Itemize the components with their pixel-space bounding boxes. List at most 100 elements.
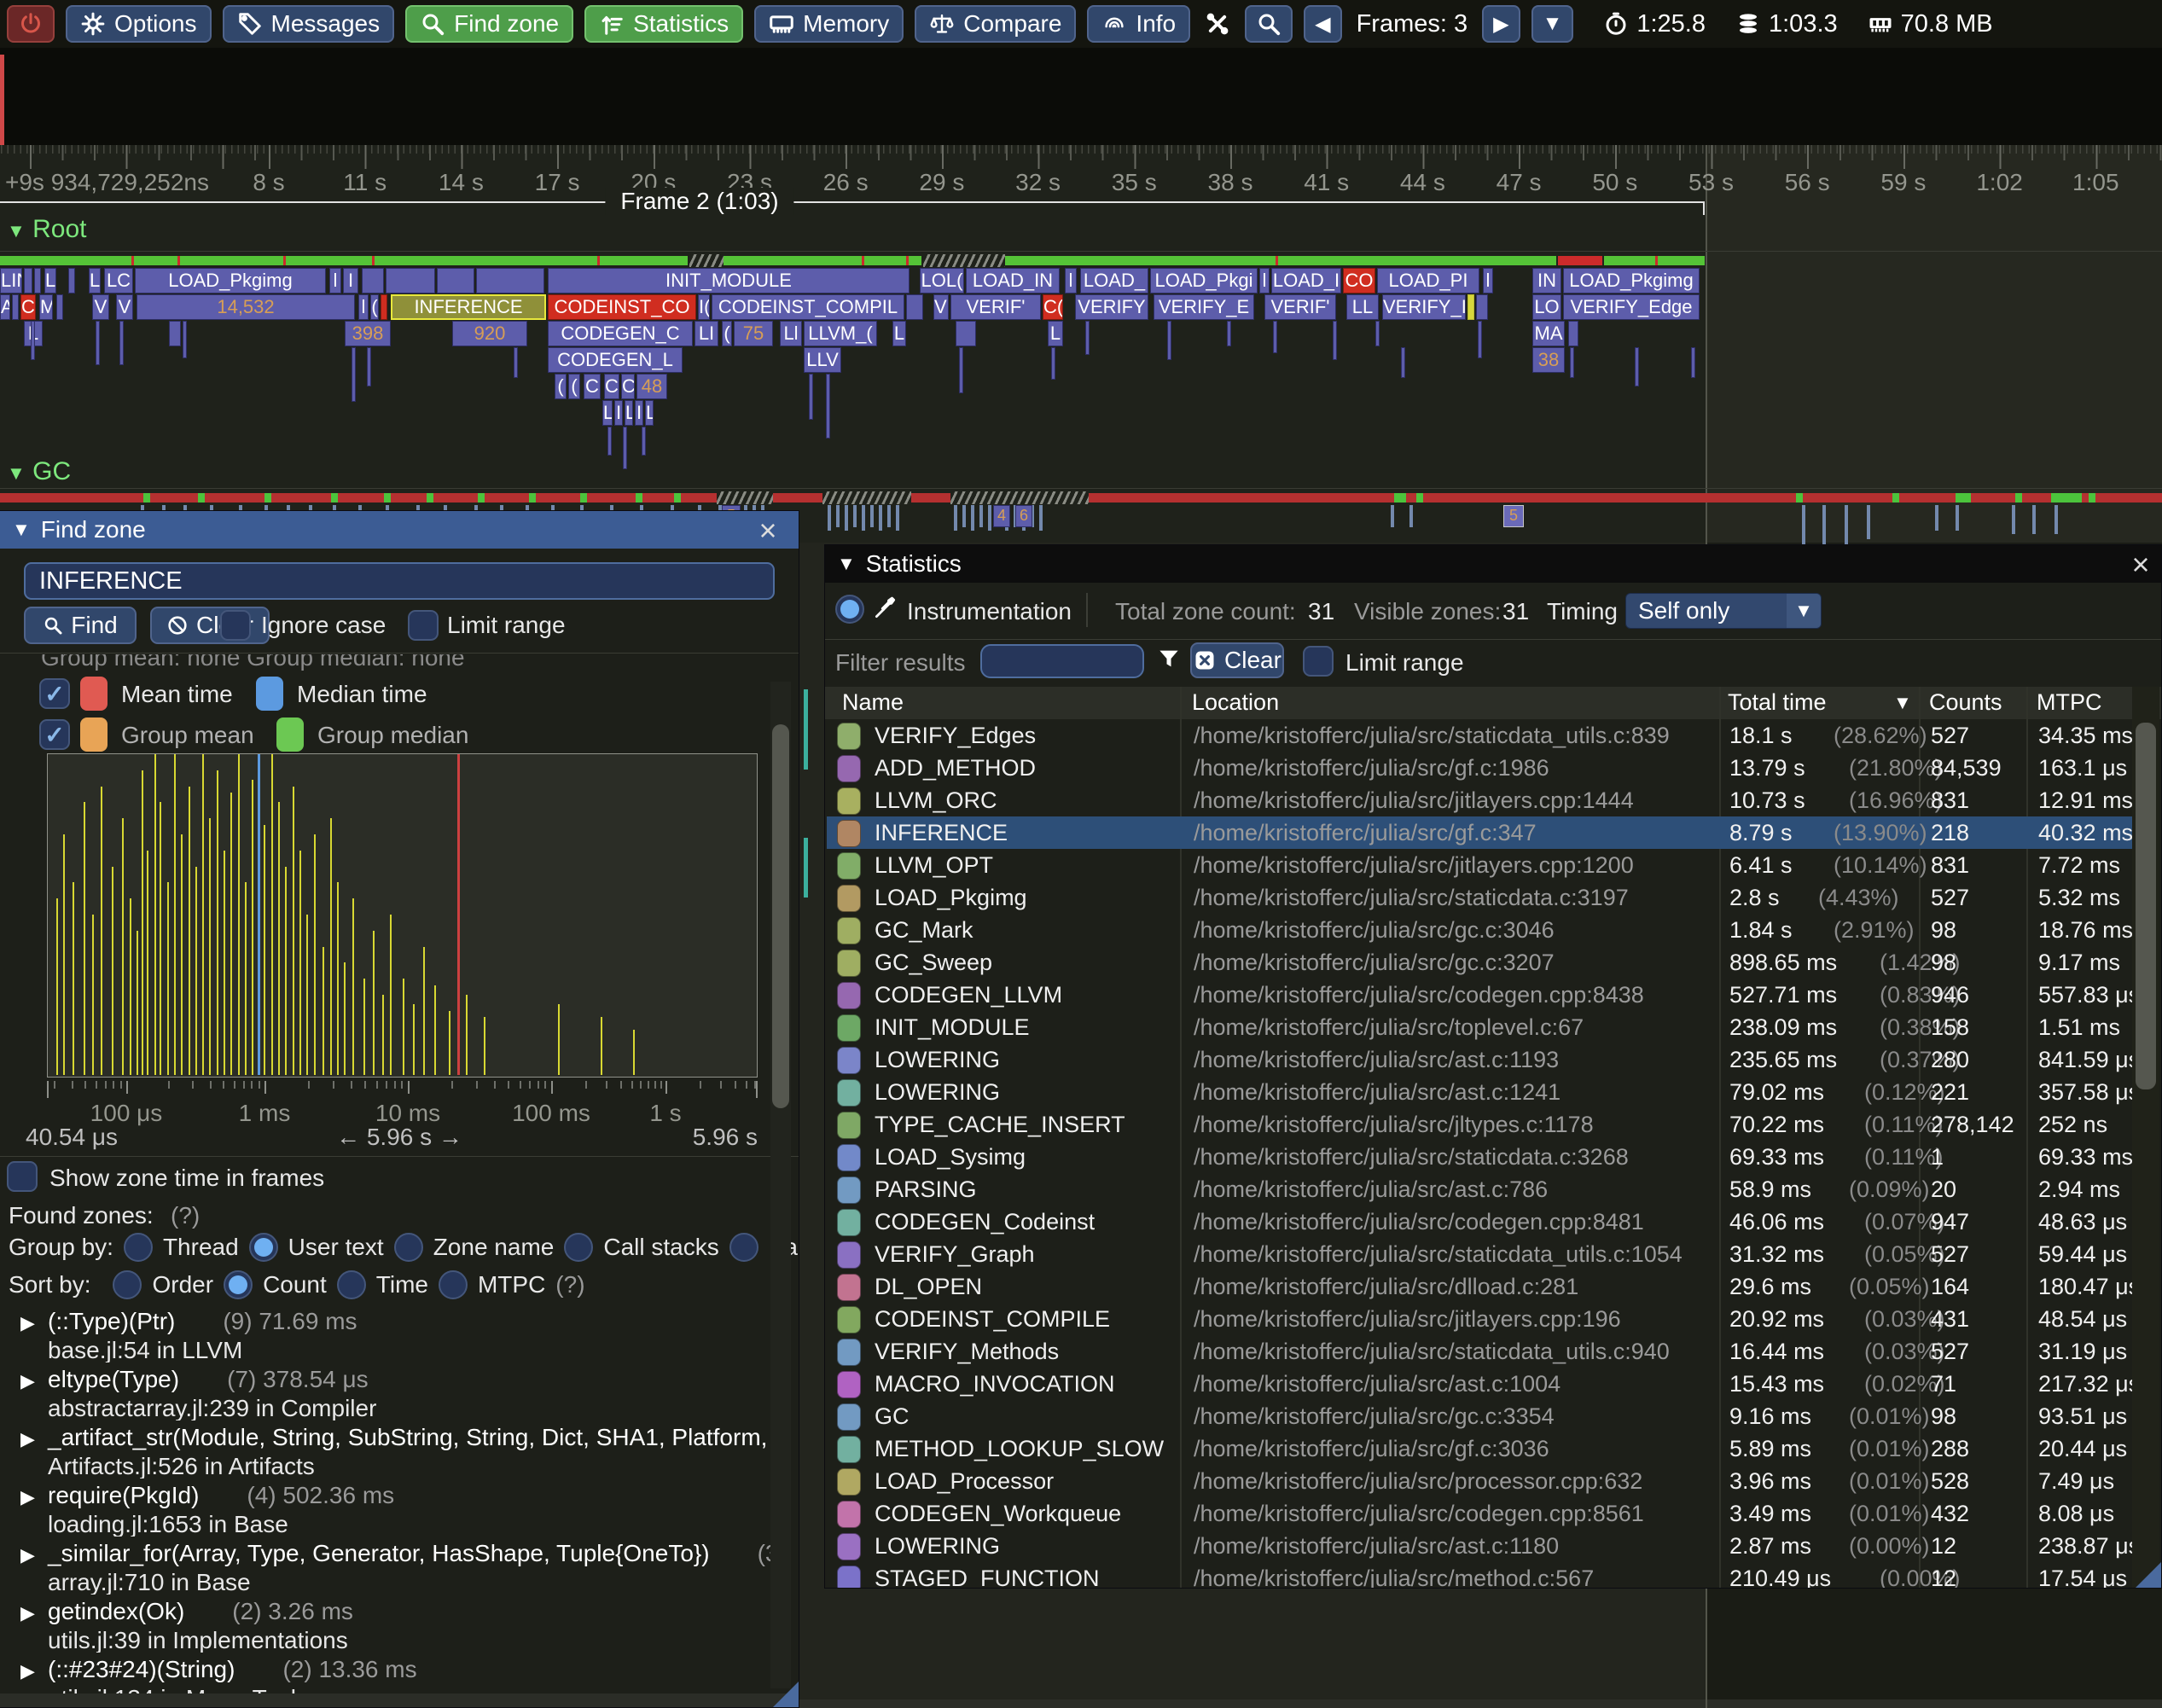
table-row[interactable]: LLVM_OPT/home/kristofferc/julia/src/jitl… — [827, 849, 2132, 881]
tools-icon[interactable] — [1201, 11, 1234, 37]
timeline-zone[interactable]: L — [645, 400, 654, 426]
found-zone-item[interactable]: ▶eltype(Type)(7) 378.54 μsabstractarray.… — [20, 1366, 790, 1420]
funnel-icon[interactable] — [1156, 646, 1182, 671]
limit-range-checkbox[interactable] — [408, 610, 439, 641]
clear-button[interactable]: Clear — [150, 607, 270, 644]
timeline-zone[interactable] — [1568, 321, 1578, 346]
memory-button[interactable]: Memory — [754, 5, 904, 43]
group-by-radio[interactable] — [124, 1233, 153, 1262]
table-row[interactable]: LOAD_Sysimg/home/kristofferc/julia/src/s… — [827, 1141, 2132, 1173]
column-header-counts[interactable]: Counts — [1929, 689, 2002, 716]
timeline-zone[interactable]: INIT_MODULE — [548, 268, 910, 293]
sort-by-help-hint[interactable]: (?) — [555, 1271, 584, 1298]
timeline-zone[interactable]: l — [1483, 268, 1493, 293]
timing-dropdown[interactable]: Self only ▼ — [1625, 593, 1822, 629]
timeline-zone[interactable] — [437, 268, 474, 293]
power-button[interactable] — [7, 5, 55, 43]
sort-by-radio[interactable] — [439, 1270, 468, 1299]
timeline-zone[interactable]: LOAD_PI — [1377, 268, 1479, 293]
timeline-zone[interactable]: L — [892, 321, 906, 346]
table-row[interactable]: MACRO_INVOCATION/home/kristofferc/julia/… — [827, 1368, 2132, 1400]
table-row[interactable]: VERIFY_Graph/home/kristofferc/julia/src/… — [827, 1238, 2132, 1270]
found-zone-item[interactable]: ▶_artifact_str(Module, String, SubString… — [20, 1424, 790, 1479]
timeline-zone[interactable]: VERIF' — [950, 294, 1041, 320]
stats-clear-button[interactable]: Clear — [1190, 642, 1284, 678]
timeline-zone[interactable]: MA — [1532, 321, 1565, 346]
found-zone-item[interactable]: ▶getindex(Ok)(2) 3.26 msutils.jl:39 in I… — [20, 1598, 790, 1653]
group-by-radio[interactable] — [564, 1233, 593, 1262]
find-zone-histogram[interactable] — [47, 753, 758, 1078]
table-row[interactable]: VERIFY_Edges/home/kristofferc/julia/src/… — [827, 719, 2132, 752]
timeline-zone[interactable]: M — [39, 294, 53, 320]
timeline-zone[interactable] — [68, 268, 75, 293]
table-row[interactable]: LLVM_ORC/home/kristofferc/julia/src/jitl… — [827, 784, 2132, 816]
timeline-zone[interactable]: 920 — [452, 321, 527, 346]
root-section-toggle[interactable]: ▼ Root — [7, 215, 87, 244]
timeline-zone[interactable]: V( — [933, 294, 949, 320]
gc-zone-box[interactable]: 5 — [1503, 505, 1524, 527]
table-row[interactable]: CODEGEN_Codeinst/home/kristofferc/julia/… — [827, 1205, 2132, 1238]
timeline-zone[interactable]: 75 — [734, 321, 773, 346]
stats-limit-range-checkbox[interactable] — [1303, 646, 1334, 677]
timeline-zone[interactable] — [56, 294, 63, 320]
group-by-radio[interactable] — [394, 1233, 423, 1262]
timeline-zone[interactable]: L — [89, 268, 101, 293]
table-row[interactable]: DL_OPEN/home/kristofferc/julia/src/dlloa… — [827, 1270, 2132, 1303]
found-zone-item[interactable]: ▶require(PkgId)(4) 502.36 msloading.jl:1… — [20, 1482, 790, 1537]
compare-button[interactable]: Compare — [915, 5, 1076, 43]
timeline-zone[interactable]: LOAD_Pkgimg — [1563, 268, 1700, 293]
frame-dropdown-button[interactable]: ▼ — [1531, 5, 1574, 43]
find-zone-button[interactable]: Find zone — [405, 5, 573, 43]
timeline-zone[interactable]: LOL( — [920, 268, 964, 293]
timeline-zone[interactable]: VERIF' — [1264, 294, 1336, 320]
show-zone-time-checkbox[interactable] — [7, 1161, 38, 1192]
timeline-zone[interactable]: LLV — [804, 347, 841, 373]
timeline-zone[interactable]: IN — [1532, 268, 1561, 293]
timeline-zone[interactable]: A — [0, 294, 10, 320]
timeline-zone[interactable]: I — [614, 400, 623, 426]
timeline-zone[interactable] — [362, 268, 384, 293]
timeline-zone[interactable]: ( — [555, 374, 567, 399]
statistics-button[interactable]: Statistics — [584, 5, 743, 43]
timeline-zone[interactable]: LOAD_Pkgimg — [135, 268, 326, 293]
timeline-zone[interactable]: l — [329, 268, 341, 293]
timeline-zone[interactable] — [906, 294, 923, 320]
timeline-zone[interactable]: INFERENCE — [391, 294, 546, 320]
timeline-zone[interactable]: I( — [698, 294, 710, 320]
zoom-tool-button[interactable] — [1245, 5, 1293, 43]
find-zone-close-icon[interactable]: × — [751, 513, 785, 549]
timeline-zone[interactable]: LC — [104, 268, 133, 293]
next-frame-button[interactable]: ▶ — [1482, 5, 1520, 43]
ignore-case-checkbox[interactable] — [220, 610, 251, 641]
timeline-zone[interactable]: C — [584, 374, 601, 399]
table-row[interactable]: CODEINST_COMPILE/home/kristofferc/julia/… — [827, 1303, 2132, 1335]
table-row[interactable]: TYPE_CACHE_INSERT/home/kristofferc/julia… — [827, 1108, 2132, 1141]
find-zone-search-input[interactable]: INFERENCE — [24, 562, 775, 600]
table-row[interactable]: LOWERING/home/kristofferc/julia/src/ast.… — [827, 1076, 2132, 1108]
timeline-zone[interactable]: l — [1259, 268, 1270, 293]
column-header-mtpc[interactable]: MTPC — [2037, 689, 2102, 716]
sort-by-radio[interactable] — [113, 1270, 142, 1299]
timeline-zone[interactable]: LOAD_ — [1080, 268, 1148, 293]
find-button[interactable]: Find — [24, 607, 137, 644]
timeline-zone[interactable]: LI — [695, 321, 718, 346]
gc-zone-box[interactable]: 6 — [1015, 505, 1032, 527]
timeline-zone[interactable]: VERIFY_E — [1154, 294, 1254, 320]
timeline-zone[interactable]: ( — [568, 374, 580, 399]
timeline-zone[interactable]: V — [116, 294, 133, 320]
found-zone-item[interactable]: ▶(::Type)(Ptr)(9) 71.69 msbase.jl:54 in … — [20, 1308, 790, 1362]
sort-by-radio[interactable] — [337, 1270, 366, 1299]
gc-zone-box[interactable]: 4 — [993, 505, 1010, 527]
stats-vscroll-thumb[interactable] — [2136, 723, 2156, 1089]
messages-button[interactable]: Messages — [223, 5, 395, 43]
timeline-zone[interactable]: C( — [1043, 294, 1063, 320]
info-button[interactable]: Info — [1087, 5, 1190, 43]
table-row[interactable]: STAGED_FUNCTION/home/kristofferc/julia/s… — [827, 1562, 2132, 1589]
table-row[interactable]: VERIFY_Methods/home/kristofferc/julia/sr… — [827, 1335, 2132, 1368]
timeline-zone[interactable] — [1467, 294, 1474, 320]
timeline-zone[interactable]: VERIFY_I — [1382, 294, 1466, 320]
table-row[interactable]: LOAD_Pkgimg/home/kristofferc/julia/src/s… — [827, 881, 2132, 914]
statistics-titlebar[interactable]: ▼ Statistics — [825, 545, 2161, 583]
timeline-zone[interactable] — [1476, 294, 1488, 320]
found-zone-item[interactable]: ▶_similar_for(Array, Type, Generator, Ha… — [20, 1540, 790, 1595]
